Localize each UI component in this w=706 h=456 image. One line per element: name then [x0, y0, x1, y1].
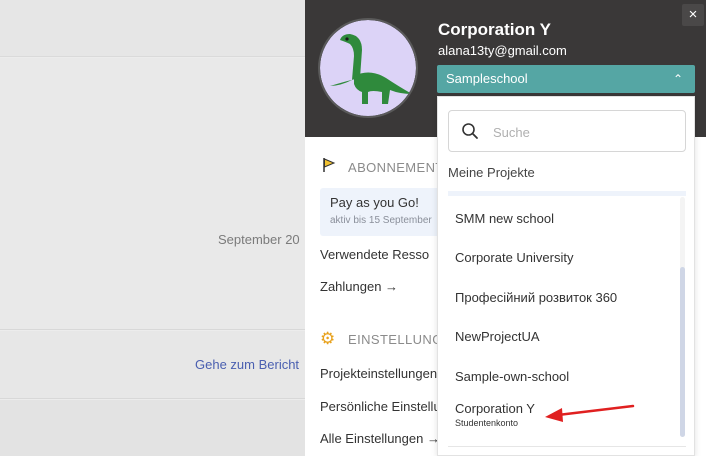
divider — [448, 446, 686, 447]
background-bottom — [0, 400, 305, 456]
dinosaur-icon — [320, 20, 416, 116]
report-link[interactable]: Gehe zum Bericht — [195, 357, 299, 372]
all-settings-link[interactable]: Alle Einstellungen → — [320, 431, 440, 446]
plan-name: Pay as you Go! — [330, 195, 419, 210]
background-date: September 20 — [218, 232, 300, 247]
background-header — [0, 0, 305, 57]
project-list: SMM new school Corporate University Проф… — [438, 196, 694, 455]
subscription-title: ABONNEMENT — [348, 160, 444, 175]
plan-status: aktiv bis 15 September — [330, 215, 432, 226]
flag-icon — [323, 158, 336, 172]
close-button[interactable]: × — [682, 4, 704, 26]
gear-icon: ⚙ — [320, 329, 336, 348]
search-box — [448, 110, 686, 152]
chevron-up-icon: ⌃ — [672, 72, 683, 86]
project-item[interactable]: Sample-own-school — [455, 369, 569, 384]
payments-link[interactable]: Zahlungen → — [320, 279, 398, 294]
close-icon: × — [688, 6, 698, 23]
project-dropdown: Meine Projekte SMM new school Corporate … — [437, 96, 695, 456]
project-item-sub: Studentenkonto — [455, 418, 519, 428]
project-item[interactable]: Corporation Y — [455, 401, 535, 416]
avatar — [318, 18, 418, 118]
project-item[interactable]: Професійний розвиток 360 — [455, 290, 617, 305]
search-icon — [462, 123, 478, 139]
project-item[interactable]: Corporate University — [455, 250, 574, 265]
company-name: Corporation Y — [438, 20, 552, 39]
scrollbar-thumb[interactable] — [680, 267, 685, 437]
project-item[interactable]: NewProjectUA — [455, 329, 540, 344]
school-select-value: Sampleschool — [446, 71, 528, 86]
used-resources-link[interactable]: Verwendete Resso — [320, 247, 429, 262]
search-input[interactable] — [493, 122, 673, 142]
group-label: Meine Projekte — [448, 165, 535, 180]
project-item[interactable]: SMM new school — [455, 211, 554, 226]
user-email: alana13ty@gmail.com — [438, 43, 567, 58]
project-settings-link[interactable]: Projekteinstellungen — [320, 366, 437, 381]
school-select[interactable]: Sampleschool ⌃ — [437, 65, 695, 93]
background-content — [0, 58, 305, 330]
